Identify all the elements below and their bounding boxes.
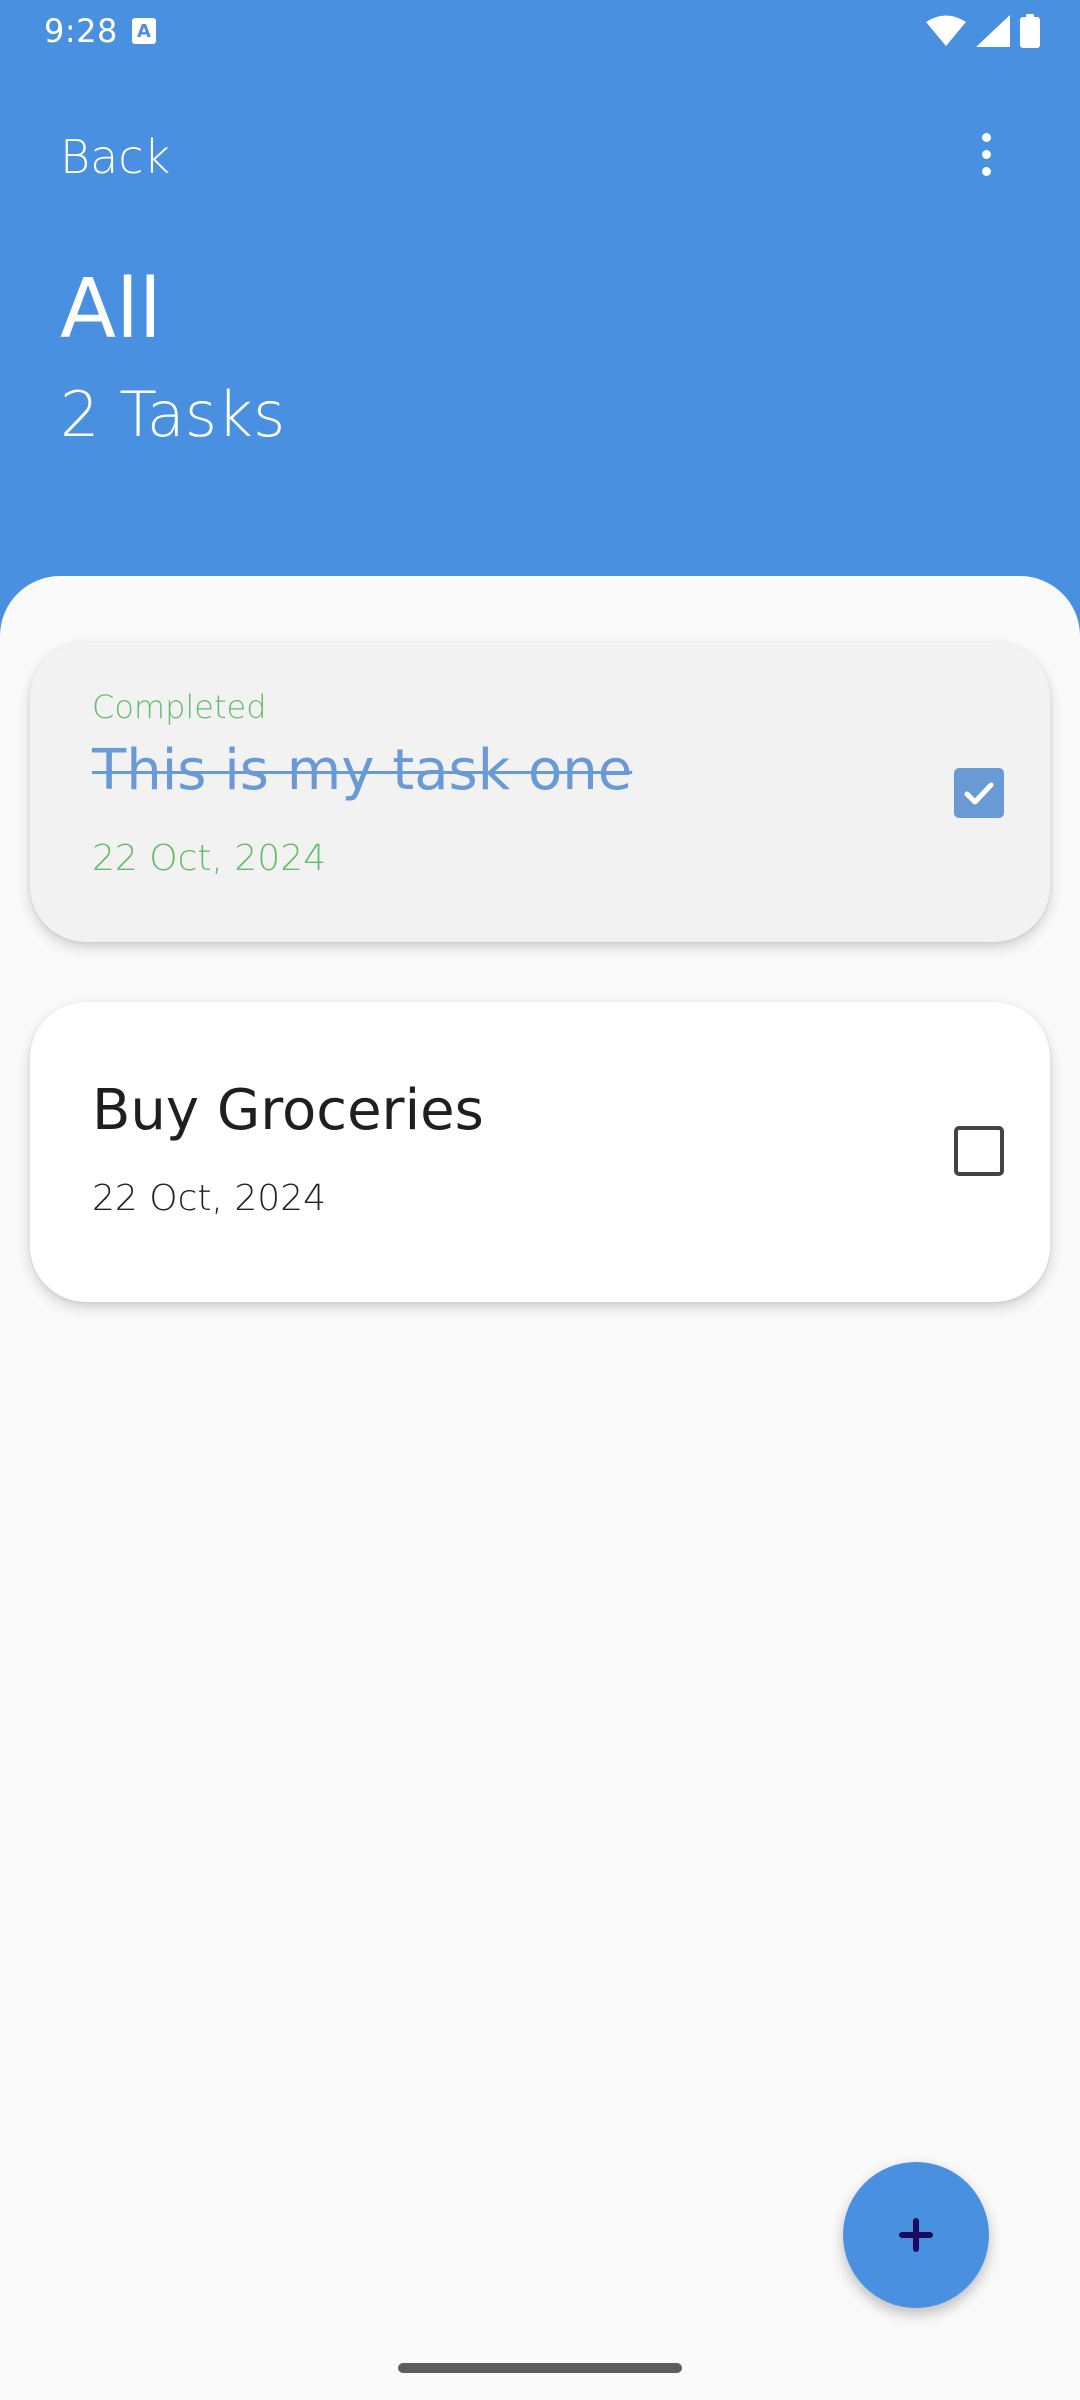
task-card[interactable]: Buy Groceries 22 Oct, 2024 — [30, 1002, 1050, 1302]
page-title: All — [60, 262, 162, 357]
add-task-button[interactable] — [843, 2162, 989, 2308]
status-time: 9:28 — [44, 12, 118, 50]
plus-icon — [899, 2218, 933, 2252]
status-icons — [926, 14, 1040, 48]
task-checkbox-unchecked[interactable] — [954, 1126, 1004, 1176]
task-card-completed[interactable]: Completed This is my task one 22 Oct, 20… — [30, 642, 1050, 942]
back-button[interactable]: Back — [60, 130, 170, 184]
signal-icon — [976, 15, 1010, 47]
more-vert-icon[interactable] — [966, 126, 1006, 182]
task-checkbox-checked[interactable] — [954, 768, 1004, 818]
wifi-icon — [926, 15, 966, 46]
a-badge-icon: A — [132, 18, 156, 44]
task-date: 22 Oct, 2024 — [92, 1178, 326, 1219]
task-date: 22 Oct, 2024 — [92, 838, 326, 879]
home-indicator[interactable] — [398, 2363, 682, 2373]
task-title: This is my task one — [92, 738, 633, 803]
header: 9:28 A Back All 2 Tasks — [0, 0, 1080, 640]
battery-icon — [1020, 14, 1040, 48]
status-bar: 9:28 A — [0, 0, 1080, 64]
check-icon — [964, 782, 994, 805]
task-status-label: Completed — [92, 688, 267, 726]
task-count: 2 Tasks — [60, 378, 286, 451]
task-list-screen: 9:28 A Back All 2 Tasks Completed This i… — [0, 0, 1080, 2400]
task-title: Buy Groceries — [92, 1078, 484, 1143]
